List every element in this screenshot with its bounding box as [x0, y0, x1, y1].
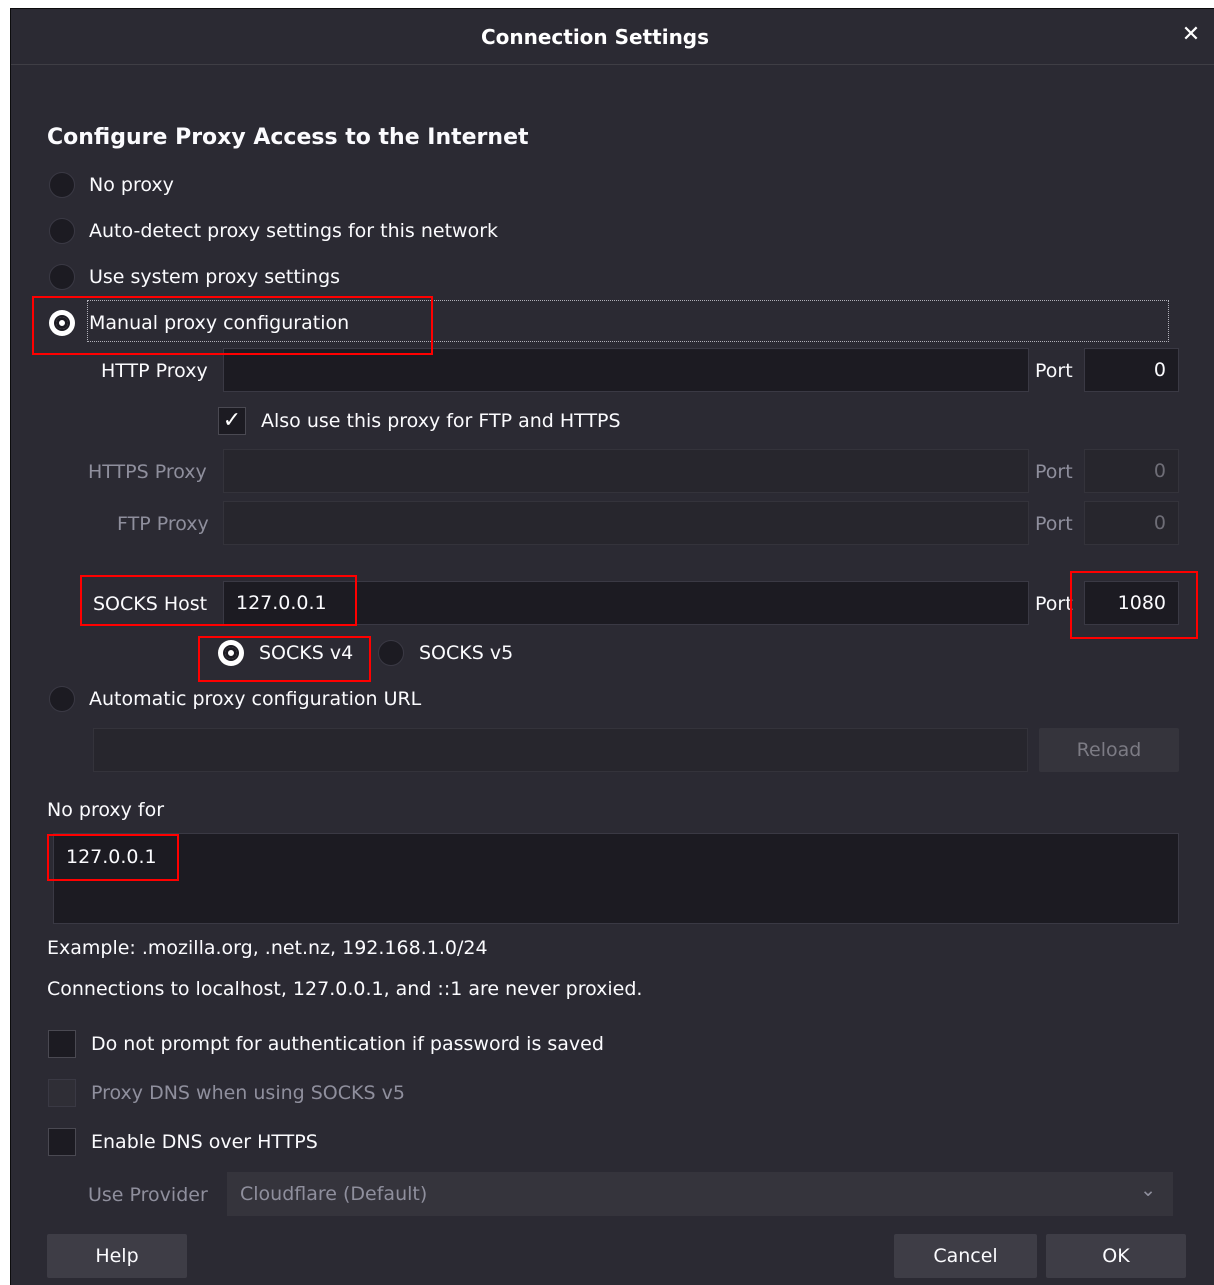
help-button[interactable]: Help [47, 1234, 187, 1278]
ftp-proxy-input[interactable] [223, 501, 1029, 545]
no-proxy-for-textarea[interactable]: 127.0.0.1 [53, 833, 1179, 924]
http-port-input[interactable]: 0 [1084, 348, 1179, 392]
http-port-label: Port [1035, 360, 1073, 382]
dialog-title: Connection Settings [480, 25, 710, 49]
cancel-button[interactable]: Cancel [894, 1234, 1037, 1278]
section-title: Configure Proxy Access to the Internet [47, 125, 529, 150]
socks-host-label: SOCKS Host [93, 593, 208, 615]
enable-doh-checkbox[interactable] [48, 1128, 76, 1156]
http-proxy-label: HTTP Proxy [101, 360, 208, 382]
no-proxy-example: Example: .mozilla.org, .net.nz, 192.168.… [47, 937, 488, 959]
radio-no-proxy-label[interactable]: No proxy [89, 174, 174, 196]
no-prompt-auth-label[interactable]: Do not prompt for authentication if pass… [91, 1033, 604, 1055]
radio-auto-detect-label[interactable]: Auto-detect proxy settings for this netw… [89, 220, 498, 242]
http-proxy-input[interactable] [223, 348, 1029, 392]
ftp-port-label: Port [1035, 513, 1073, 535]
socks-port-input[interactable]: 1080 [1084, 581, 1179, 625]
title-bar: Connection Settings ✕ [11, 9, 1214, 65]
enable-doh-label[interactable]: Enable DNS over HTTPS [91, 1131, 318, 1153]
radio-no-proxy[interactable] [49, 172, 75, 198]
radio-socks-v4-label[interactable]: SOCKS v4 [259, 642, 353, 664]
radio-manual-proxy-label[interactable]: Manual proxy configuration [89, 312, 349, 334]
close-icon[interactable]: ✕ [1179, 23, 1203, 47]
radio-socks-v5-label[interactable]: SOCKS v5 [419, 642, 513, 664]
https-proxy-input[interactable] [223, 449, 1029, 493]
radio-socks-v5[interactable] [378, 640, 404, 666]
radio-auto-detect[interactable] [49, 218, 75, 244]
socks-port-label: Port [1035, 593, 1073, 615]
proxy-dns-label: Proxy DNS when using SOCKS v5 [91, 1082, 405, 1104]
radio-system-proxy-label[interactable]: Use system proxy settings [89, 266, 340, 288]
also-use-checkbox[interactable]: ✓ [218, 407, 246, 435]
radio-system-proxy[interactable] [49, 264, 75, 290]
use-provider-label: Use Provider [88, 1184, 208, 1206]
radio-auto-config-url-label[interactable]: Automatic proxy configuration URL [89, 688, 421, 710]
also-use-label[interactable]: Also use this proxy for FTP and HTTPS [261, 410, 621, 432]
chevron-down-icon: ⌄ [1140, 1179, 1156, 1201]
provider-select[interactable]: Cloudflare (Default) ⌄ [227, 1172, 1173, 1216]
provider-select-value: Cloudflare (Default) [240, 1183, 428, 1205]
radio-auto-config-url[interactable] [49, 686, 75, 712]
reload-button[interactable]: Reload [1039, 728, 1179, 772]
no-proxy-note: Connections to localhost, 127.0.0.1, and… [47, 978, 643, 1000]
https-port-label: Port [1035, 461, 1073, 483]
ftp-proxy-label: FTP Proxy [117, 513, 209, 535]
ftp-port-input[interactable]: 0 [1084, 501, 1179, 545]
socks-host-input[interactable]: 127.0.0.1 [223, 581, 1029, 625]
connection-settings-dialog: Connection Settings ✕ Configure Proxy Ac… [10, 8, 1214, 1285]
no-prompt-auth-checkbox[interactable] [48, 1030, 76, 1058]
auto-config-url-input[interactable] [93, 728, 1028, 772]
radio-socks-v4[interactable] [218, 640, 244, 666]
ok-button[interactable]: OK [1046, 1234, 1186, 1278]
radio-manual-proxy[interactable] [49, 310, 75, 336]
no-proxy-for-label: No proxy for [47, 799, 165, 821]
https-port-input[interactable]: 0 [1084, 449, 1179, 493]
proxy-dns-checkbox[interactable] [48, 1079, 76, 1107]
https-proxy-label: HTTPS Proxy [88, 461, 207, 483]
